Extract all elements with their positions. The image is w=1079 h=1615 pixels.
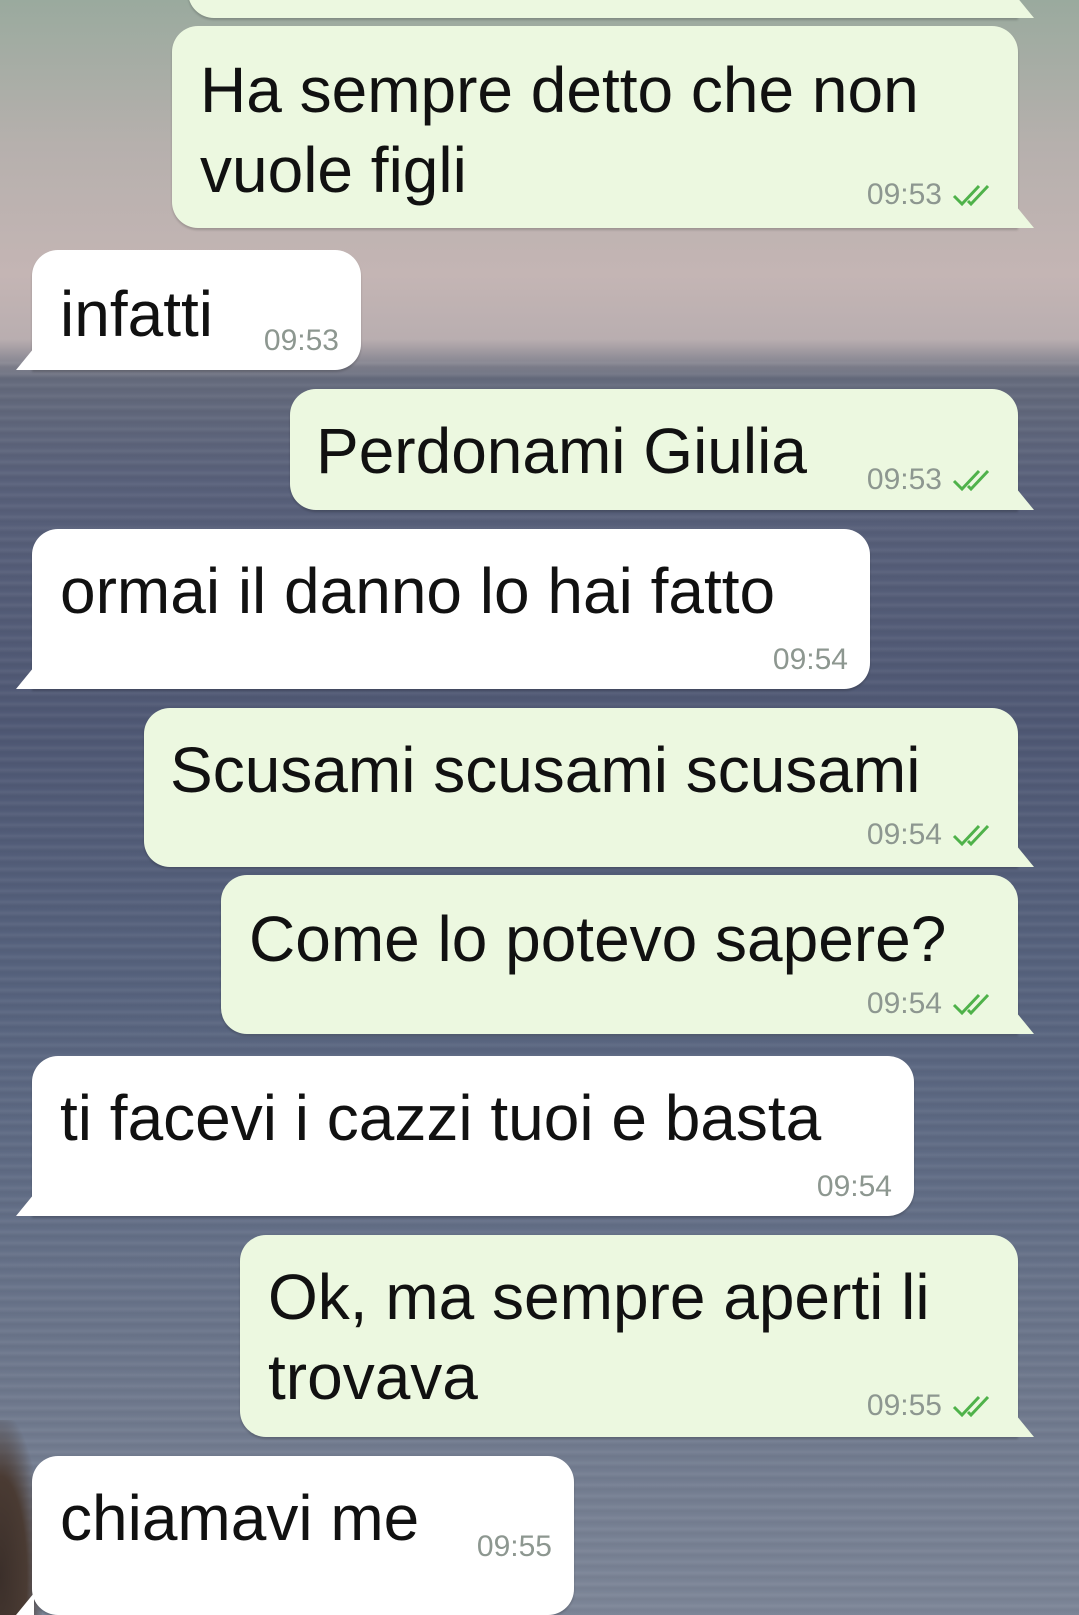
message-bubble-outgoing[interactable]: Come lo potevo sapere? 09:54	[221, 875, 1034, 1034]
message-text: ormai il danno lo hai fatto	[60, 555, 776, 627]
message-timestamp: 09:54	[816, 1170, 892, 1203]
message-text: chiamavi me	[60, 1482, 420, 1554]
partial-message-bubble	[188, 0, 1034, 18]
message-text: infatti	[60, 278, 213, 350]
double-check-icon	[952, 1394, 998, 1418]
message-text: trovava	[268, 1341, 478, 1413]
message-timestamp: 09:55	[866, 1389, 942, 1422]
message-meta: 09:55	[867, 1389, 998, 1423]
message-timestamp: 09:53	[866, 178, 942, 211]
message-text: Scusami scusami scusami	[170, 734, 921, 806]
message-text: Perdonami Giulia	[316, 415, 807, 487]
double-check-icon	[952, 992, 998, 1016]
message-timestamp: 09:54	[866, 818, 942, 851]
message-bubble-outgoing[interactable]: Scusami scusami scusami 09:54	[144, 708, 1034, 867]
message-text: Come lo potevo sapere?	[249, 903, 947, 975]
message-timestamp: 09:53	[866, 463, 942, 496]
message-bubble-incoming[interactable]: chiamavi me 09:55	[16, 1456, 574, 1615]
double-check-icon	[952, 468, 998, 492]
message-bubble-incoming[interactable]: ormai il danno lo hai fatto 09:54	[16, 529, 870, 689]
message-bubble-incoming[interactable]: infatti 09:53	[16, 250, 361, 370]
message-meta: 09:54	[867, 987, 998, 1021]
double-check-icon	[952, 823, 998, 847]
message-text: Ok, ma sempre aperti li	[268, 1261, 930, 1333]
message-meta: 09:53	[867, 178, 998, 212]
message-text: vuole figli	[200, 134, 467, 206]
message-bubble-incoming[interactable]: ti facevi i cazzi tuoi e basta 09:54	[16, 1056, 914, 1216]
message-text: ti facevi i cazzi tuoi e basta	[60, 1082, 822, 1154]
double-check-icon	[952, 183, 998, 207]
message-timestamp: 09:53	[263, 324, 339, 357]
message-meta: 09:53	[867, 463, 998, 497]
message-timestamp: 09:55	[476, 1530, 552, 1563]
message-bubble-outgoing[interactable]: Ok, ma sempre aperti li trovava 09:55	[240, 1235, 1034, 1437]
message-bubble-outgoing[interactable]: Perdonami Giulia 09:53	[290, 389, 1034, 510]
message-timestamp: 09:54	[772, 643, 848, 676]
message-bubble-outgoing[interactable]: Ha sempre detto che non vuole figli 09:5…	[172, 26, 1034, 228]
message-text: Ha sempre detto che non	[200, 54, 919, 126]
message-meta: 09:54	[867, 818, 998, 852]
message-timestamp: 09:54	[866, 987, 942, 1020]
